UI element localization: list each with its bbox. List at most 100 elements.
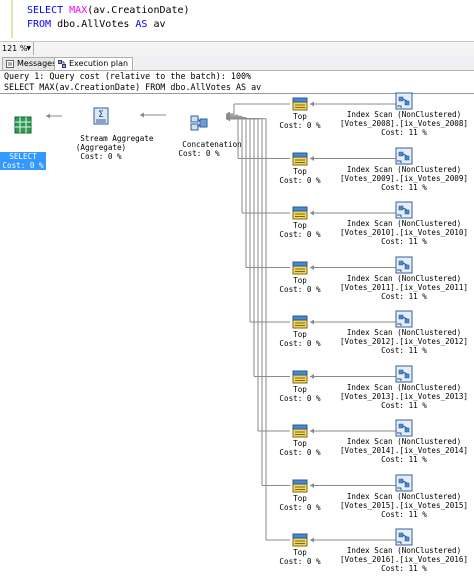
top-operator-icon <box>292 206 308 220</box>
index-scan-cost: Cost: 11 % <box>381 291 427 301</box>
index-scan-icon <box>395 147 413 164</box>
index-scan-icon <box>395 474 413 491</box>
top-operator-name: Top <box>293 275 307 285</box>
top-operator-icon <box>292 315 308 329</box>
select-operator-icon <box>14 116 32 134</box>
index-scan-name: Index Scan (NonClustered) <box>346 273 462 283</box>
top-operator-cost: Cost: 0 % <box>279 230 321 239</box>
top-operator-name: Top <box>293 439 307 448</box>
index-scan-object: [Votes_2008].[ix_Votes_2008] <box>339 119 468 128</box>
index-scan-operator[interactable]: Index Scan (NonClustered) [Votes_2013].[… <box>336 365 472 410</box>
top-operator-cost: Cost: 0 % <box>279 448 321 457</box>
top-operator-name: Top <box>293 384 307 394</box>
index-scan-cost: Cost: 11 % <box>381 509 427 519</box>
stream-aggregate-icon: Σ <box>93 107 109 125</box>
index-scan-icon <box>395 201 413 219</box>
top-operator-icon <box>292 479 308 492</box>
top-operator[interactable]: Top Cost: 0 % <box>272 478 328 512</box>
top-operator[interactable]: Top Cost: 0 % <box>272 314 328 348</box>
index-scan-icon <box>395 92 413 110</box>
svg-text:Σ: Σ <box>98 110 104 120</box>
query-editor[interactable]: SELECT MAX(av.CreationDate) FROM dbo.All… <box>0 0 474 38</box>
index-scan-operator[interactable]: Index Scan (NonClustered) [Votes_2015].[… <box>336 474 472 519</box>
query-line-1: SELECT MAX(av.CreationDate) <box>27 5 190 16</box>
index-scan-name: Index Scan (NonClustered) <box>346 164 462 174</box>
execution-plan-icon <box>58 60 66 68</box>
index-scan-cost: Cost: 11 % <box>381 564 427 573</box>
index-scan-object: [Votes_2009].[ix_Votes_2009] <box>339 173 468 183</box>
index-scan-object: [Votes_2010].[ix_Votes_2010] <box>339 228 468 237</box>
index-scan-cost: Cost: 11 % <box>381 182 427 192</box>
connector-arrow <box>140 112 144 118</box>
top-operator-name: Top <box>293 330 307 339</box>
stream-aggregate-sub: (Aggregate) <box>75 143 127 152</box>
index-scan-operator[interactable]: Index Scan (NonClustered) [Votes_2011].[… <box>336 256 472 301</box>
index-scan-operator[interactable]: Index Scan (NonClustered) [Votes_2010].[… <box>336 201 472 246</box>
stream-aggregate-cost: Cost: 0 % <box>80 152 122 161</box>
index-scan-name: Index Scan (NonClustered) <box>346 110 462 119</box>
top-operator-cost: Cost: 0 % <box>279 121 321 130</box>
top-operator-name: Top <box>293 493 307 503</box>
concatenation-cost: Cost: 0 % <box>178 149 220 158</box>
index-scan-cost: Cost: 11 % <box>381 346 427 355</box>
concatenation-operator[interactable]: Concatenation Cost: 0 % <box>164 97 242 167</box>
index-scan-object: [Votes_2014].[ix_Votes_2014] <box>339 446 468 455</box>
tab-execution-plan[interactable]: Execution plan <box>54 57 134 70</box>
index-scan-icon <box>395 419 413 437</box>
stream-aggregate-name: Stream Aggregate <box>80 134 154 143</box>
index-scan-object: [Votes_2016].[ix_Votes_2016] <box>339 555 468 564</box>
index-scan-cost: Cost: 11 % <box>381 237 427 246</box>
execution-plan-pane[interactable]: Query 1: Query cost (relative to the bat… <box>0 71 474 577</box>
top-operator-cost: Cost: 0 % <box>279 175 321 185</box>
editor-change-gutter <box>11 0 13 38</box>
keyword-as: AS <box>135 19 148 30</box>
results-tabs: Messages Execution plan <box>0 56 474 71</box>
keyword-select: SELECT <box>27 5 64 16</box>
top-operator-cost: Cost: 0 % <box>279 339 321 348</box>
stream-aggregate-operator[interactable]: Σ Stream Aggregate (Aggregate) Cost: 0 % <box>62 89 153 170</box>
index-scan-name: Index Scan (NonClustered) <box>346 382 462 392</box>
top-operator[interactable]: Top Cost: 0 % <box>272 532 328 566</box>
select-operator-cost: Cost: 0 % <box>2 161 44 170</box>
top-operator-icon <box>292 424 308 438</box>
top-operator[interactable]: Top Cost: 0 % <box>272 369 328 403</box>
top-operator[interactable]: Top Cost: 0 % <box>272 96 328 130</box>
index-scan-operator[interactable]: Index Scan (NonClustered) [Votes_2014].[… <box>336 419 472 464</box>
top-operator-cost: Cost: 0 % <box>279 502 321 512</box>
tab-messages[interactable]: Messages <box>2 57 62 70</box>
chevron-down-icon: ▼ <box>26 45 31 52</box>
index-scan-operator[interactable]: Index Scan (NonClustered) [Votes_2012].[… <box>336 310 472 355</box>
index-scan-name: Index Scan (NonClustered) <box>346 491 462 501</box>
query-line-2: FROM dbo.AllVotes AS av <box>27 19 166 30</box>
messages-icon <box>6 60 14 68</box>
top-operator[interactable]: Top Cost: 0 % <box>272 260 328 294</box>
index-scan-cost: Cost: 11 % <box>381 455 427 464</box>
top-operator-icon <box>292 370 308 383</box>
index-scan-name: Index Scan (NonClustered) <box>346 328 462 337</box>
top-operator-icon <box>292 152 308 165</box>
index-scan-operator[interactable]: Index Scan (NonClustered) [Votes_2009].[… <box>336 147 472 192</box>
top-operator-name: Top <box>293 548 307 557</box>
top-operator-icon <box>292 533 308 547</box>
index-scan-name: Index Scan (NonClustered) <box>346 546 462 555</box>
top-operator-name: Top <box>293 221 307 230</box>
top-operator[interactable]: Top Cost: 0 % <box>272 205 328 239</box>
query-line-1-rest: (av.CreationDate) <box>87 5 190 16</box>
keyword-from: FROM <box>27 19 52 30</box>
top-operator[interactable]: Top Cost: 0 % <box>272 423 328 457</box>
top-operator-cost: Cost: 0 % <box>279 557 321 566</box>
zoom-value: 121 % <box>2 44 28 53</box>
index-scan-cost: Cost: 11 % <box>381 128 427 137</box>
index-scan-name: Index Scan (NonClustered) <box>346 437 462 446</box>
editor-zoom-bar: 121 % ▼ <box>0 41 474 57</box>
index-scan-object: [Votes_2015].[ix_Votes_2015] <box>339 500 468 510</box>
index-scan-operator[interactable]: Index Scan (NonClustered) [Votes_2008].[… <box>336 92 472 137</box>
select-operator-name: SELECT <box>9 152 37 161</box>
index-scan-operator[interactable]: Index Scan (NonClustered) [Votes_2016].[… <box>336 528 472 573</box>
index-scan-icon <box>395 310 413 328</box>
select-operator[interactable]: SELECT Cost: 0 % <box>0 98 46 188</box>
zoom-dropdown[interactable]: 121 % ▼ <box>2 42 34 55</box>
index-scan-icon <box>395 528 413 546</box>
index-scan-icon <box>395 256 413 273</box>
top-operator[interactable]: Top Cost: 0 % <box>272 151 328 185</box>
